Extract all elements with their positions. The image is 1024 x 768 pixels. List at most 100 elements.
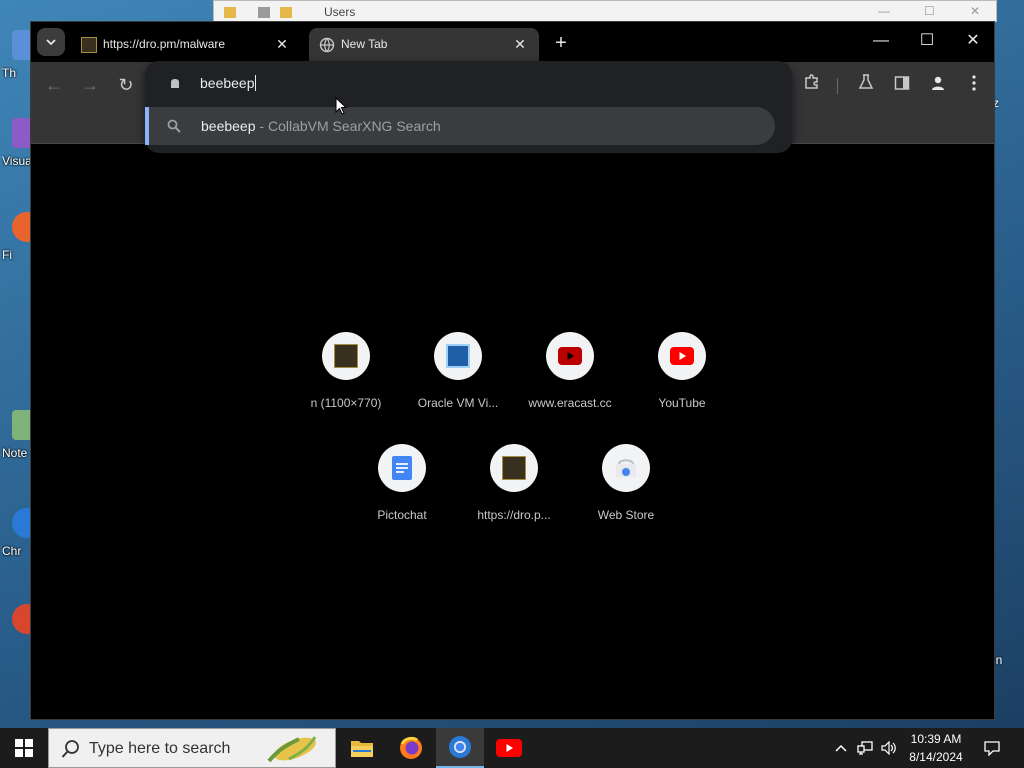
taskbar-firefox[interactable] [387,728,435,768]
chevron-up-icon [835,744,847,752]
new-tab-button[interactable]: + [549,32,573,56]
show-hidden-icons-button[interactable] [830,728,852,768]
forward-button[interactable]: → [77,72,103,98]
taskbar-chrome[interactable] [436,728,484,768]
omnibox-input[interactable]: beebeep [200,75,256,91]
dropm-favicon [334,344,358,368]
suggestion-engine: - CollabVM SearXNG Search [255,118,441,134]
kebab-menu-icon [972,75,976,91]
clock-time: 10:39 AM [910,732,962,746]
speaker-icon [881,741,896,755]
shortcut-icon-circle [434,332,482,380]
person-icon [932,76,944,90]
suggestion-text: beebeep - CollabVM SearXNG Search [201,118,441,134]
puzzle-icon [805,74,818,89]
minimize-button[interactable]: — [861,26,901,56]
taskbar-search-box[interactable]: Type here to search [48,728,336,768]
side-panel-icon [894,76,910,90]
close-window-button[interactable]: ✕ [953,26,993,56]
shortcut-tile[interactable]: YouTube [626,332,738,432]
new-folder-icon [280,7,292,18]
shortcut-tile[interactable]: Oracle VM Vi... [402,332,514,432]
extensions-button[interactable] [799,72,825,98]
shortcut-tile[interactable]: n (1100×770) [290,332,402,432]
shortcut-tile[interactable]: Web Store [570,444,682,544]
search-icon [167,119,181,133]
firefox-icon [400,736,422,759]
toolbar-divider [837,78,838,94]
tab-search-button[interactable] [37,28,65,56]
side-panel-button[interactable] [889,72,915,98]
suggestion-query: beebeep [201,118,256,134]
shortcut-label: n (1100×770) [310,396,382,410]
menu-button[interactable] [961,72,987,98]
close-icon[interactable]: ✕ [273,35,291,53]
shortcut-tile[interactable]: www.eracast.cc [514,332,626,432]
tab-dropm[interactable]: https://dro.pm/malware ✕ [71,28,301,62]
maximize-button[interactable]: ☐ [907,26,947,56]
globe-icon [319,37,335,53]
dropm-favicon [502,456,526,480]
close-icon[interactable]: ✕ [511,35,529,53]
omnibox[interactable]: beebeep [145,61,792,105]
mouse-cursor-icon [335,97,347,115]
omnibox-dropdown: beebeep beebeep - CollabVM SearXNG Searc… [145,61,792,153]
taskbar-youtube[interactable] [485,728,533,768]
tab-strip: https://dro.pm/malware ✕ New Tab ✕ + — ☐… [31,22,994,62]
reload-button[interactable]: ↻ [113,72,139,98]
start-button[interactable] [0,728,48,768]
tab-title: https://dro.pm/malware [103,37,226,51]
virtualbox-icon [446,344,470,368]
labs-button[interactable] [853,72,879,98]
youtube-icon [496,739,522,757]
chevron-down-icon [46,39,56,46]
explorer-title: Users [324,5,356,19]
youtube-dark-icon [558,347,582,365]
shortcut-label: YouTube [658,396,706,410]
chrome-icon [449,736,471,758]
shortcut-icon-circle [490,444,538,492]
new-tab-page: n (1100×770) Oracle VM Vi... www.eracast… [31,144,994,719]
shortcut-icon-circle [546,332,594,380]
search-engine-favicon [171,79,179,88]
network-button[interactable] [854,728,876,768]
shortcut-label: https://dro.p... [477,508,551,522]
webstore-icon [616,459,636,477]
taskbar-file-explorer[interactable] [338,728,386,768]
tab-title: New Tab [341,37,388,51]
notification-icon [984,741,1000,756]
back-button[interactable]: ← [41,72,67,98]
file-explorer-icon [351,741,373,757]
taskbar-search-placeholder: Type here to search [89,740,231,757]
shortcut-icon-circle [602,444,650,492]
maximize-button[interactable]: ☐ [924,4,935,18]
notifications-button[interactable] [980,728,1004,768]
shortcut-tile[interactable]: https://dro.p... [458,444,570,544]
search-icon [61,740,79,758]
taskbar: Type here to search 10:39 AM 8/14/2024 [0,728,1024,768]
shortcut-icon-circle [378,444,426,492]
minimize-button[interactable]: — [878,4,890,18]
shortcut-label: Pictochat [377,508,427,522]
shortcut-label: Oracle VM Vi... [417,396,499,410]
taskbar-clock[interactable]: 10:39 AM 8/14/2024 [896,730,976,766]
shortcut-label: www.eracast.cc [528,396,612,410]
docs-icon [392,456,412,480]
clock-date: 8/14/2024 [909,750,963,764]
windows-logo-icon [15,739,33,757]
dropm-favicon [81,37,97,53]
shortcut-icon-circle [658,332,706,380]
shortcut-icon-circle [322,332,370,380]
flask-icon [858,74,874,89]
file-explorer-window[interactable]: Users — ☐ ✕ [213,0,997,22]
omnibox-value: beebeep [200,75,255,91]
folder-icon [224,7,236,18]
omnibox-suggestion[interactable]: beebeep - CollabVM SearXNG Search [145,107,775,145]
shortcut-tile[interactable]: Pictochat [346,444,458,544]
profile-button[interactable] [925,72,951,98]
tab-new-tab[interactable]: New Tab ✕ [309,28,539,62]
corn-search-highlight-icon [267,736,317,763]
properties-icon [258,7,270,18]
youtube-icon [670,347,694,365]
close-button[interactable]: ✕ [970,4,980,18]
